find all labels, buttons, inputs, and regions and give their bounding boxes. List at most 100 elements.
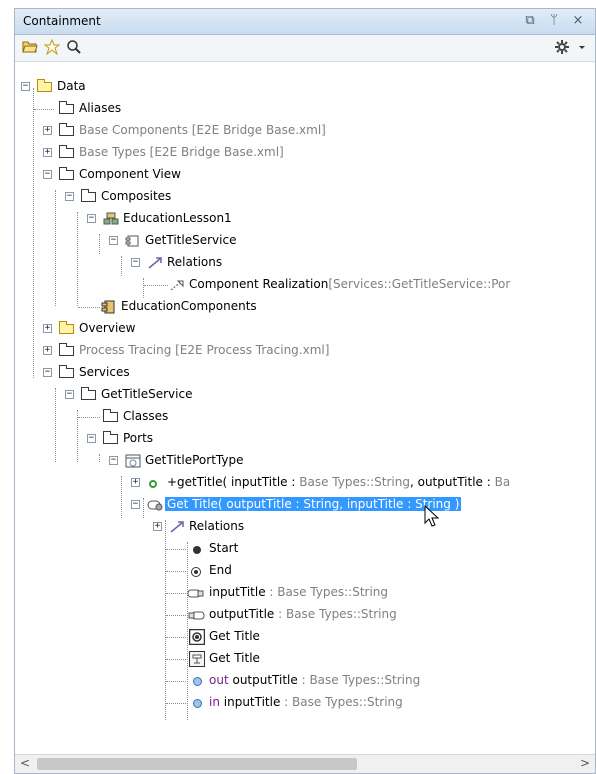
expand-toggle[interactable]: +: [131, 478, 140, 487]
tree-node-get-title-service-package[interactable]: − GetTitleService: [15, 384, 575, 406]
tree-node-in-parameter[interactable]: in inputTitle : Base Types::String: [15, 692, 575, 714]
tree-label: Process Tracing [E2E Process Tracing.xml…: [79, 343, 330, 357]
tree-node-overview[interactable]: + Overview: [15, 318, 575, 340]
collapse-toggle[interactable]: −: [43, 368, 52, 377]
tree-label: Aliases: [79, 101, 122, 115]
pin-node-icon: [187, 586, 204, 600]
horizontal-scrollbar[interactable]: < >: [15, 754, 595, 773]
package-icon: [81, 189, 96, 202]
containment-tree: − Data Aliases + Base Components [E2E Br…: [15, 62, 595, 755]
tree-label: Classes: [123, 409, 169, 423]
tree-node-education-lesson[interactable]: − EducationLesson1: [15, 208, 575, 230]
tree-node-data[interactable]: − Data: [15, 76, 575, 98]
tree-node-out-parameter[interactable]: out outputTitle : Base Types::String: [15, 670, 575, 692]
operation-icon: [149, 480, 157, 488]
mouse-cursor-icon: [424, 504, 442, 532]
composite-component-icon: [103, 212, 119, 226]
tree-label: Data: [57, 79, 86, 93]
collapse-toggle[interactable]: −: [87, 434, 96, 443]
collapse-toggle[interactable]: −: [109, 456, 118, 465]
tree-label: outputTitle : Base Types::String: [209, 607, 397, 621]
expand-toggle[interactable]: +: [43, 346, 52, 355]
package-icon: [59, 321, 74, 334]
package-icon: [59, 145, 74, 158]
activity-icon: [147, 498, 163, 512]
tree-label: Start: [209, 541, 239, 555]
tree-node-start[interactable]: Start: [15, 538, 575, 560]
collapse-toggle[interactable]: −: [109, 236, 118, 245]
tree-node-port-type[interactable]: − GetTitlePortType: [15, 450, 575, 472]
collapse-toggle[interactable]: −: [43, 170, 52, 179]
relations-icon: [169, 520, 185, 534]
collapse-toggle[interactable]: −: [87, 214, 96, 223]
expand-toggle[interactable]: +: [43, 126, 52, 135]
tree-node-get-title-service[interactable]: − GetTitleService: [15, 230, 575, 252]
tree-node-ports[interactable]: − Ports: [15, 428, 575, 450]
tree-label: Base Components [E2E Bridge Base.xml]: [79, 123, 326, 137]
package-icon: [59, 343, 74, 356]
expand-toggle[interactable]: +: [153, 522, 162, 531]
scroll-left-button[interactable]: <: [17, 756, 33, 770]
containment-panel: Containment ⧉ ᛘ × − Data Aliases + Base …: [14, 8, 596, 774]
tree-node-get-title-action[interactable]: Get Title: [15, 626, 575, 648]
close-icon[interactable]: ×: [569, 12, 587, 30]
collapse-toggle[interactable]: −: [21, 82, 30, 91]
port-type-icon: [125, 454, 141, 468]
tree-label: End: [209, 563, 232, 577]
tree-node-output-title[interactable]: outputTitle : Base Types::String: [15, 604, 575, 626]
scroll-right-button[interactable]: >: [577, 756, 593, 770]
package-icon: [59, 167, 74, 180]
tree-node-services[interactable]: − Services: [15, 362, 575, 384]
collapse-toggle[interactable]: −: [131, 258, 140, 267]
relations-icon: [147, 256, 163, 270]
tree-node-input-title[interactable]: inputTitle : Base Types::String: [15, 582, 575, 604]
tree-label: out outputTitle : Base Types::String: [209, 673, 421, 687]
tree-node-relations-2[interactable]: + Relations: [15, 516, 575, 538]
collapse-toggle[interactable]: −: [65, 192, 74, 201]
tree-node-composites[interactable]: − Composites: [15, 186, 575, 208]
gear-icon[interactable]: [553, 39, 571, 57]
collapse-toggle[interactable]: −: [65, 390, 74, 399]
tree-node-end[interactable]: End: [15, 560, 575, 582]
tree-node-classes[interactable]: Classes: [15, 406, 575, 428]
restore-icon[interactable]: ⧉: [521, 12, 539, 30]
tree-node-process-tracing[interactable]: + Process Tracing [E2E Process Tracing.x…: [15, 340, 575, 362]
tree-label: Services: [79, 365, 130, 379]
tree-label: Ports: [123, 431, 154, 445]
tree-label: Relations: [189, 519, 245, 533]
open-folder-icon[interactable]: [21, 39, 39, 57]
pin-icon[interactable]: ᛘ: [545, 12, 563, 30]
package-icon: [59, 101, 74, 114]
tree-label: Get Title: [209, 629, 260, 643]
tree-label: inputTitle : Base Types::String: [209, 585, 389, 599]
tree-node-component-view[interactable]: − Component View: [15, 164, 575, 186]
realization-icon: [169, 278, 185, 292]
tree-label: Base Types [E2E Bridge Base.xml]: [79, 145, 284, 159]
tree-label: Component View: [79, 167, 181, 181]
tree-node-get-title-diagram[interactable]: Get Title: [15, 648, 575, 670]
star-icon[interactable]: [43, 38, 61, 57]
tree-node-operation[interactable]: + +getTitle( inputTitle : Base Types::St…: [15, 472, 575, 494]
package-icon: [59, 123, 74, 136]
package-icon: [103, 431, 118, 444]
tree-node-component-realization[interactable]: Component Realization[Services::GetTitle…: [15, 274, 575, 296]
scrollbar-thumb[interactable]: [37, 758, 357, 770]
tree-node-education-components[interactable]: EducationComponents: [15, 296, 575, 318]
tree-node-relations[interactable]: − Relations: [15, 252, 575, 274]
tree-node-get-title-activity[interactable]: − Get Title( outputTitle : String, input…: [15, 494, 575, 516]
action-icon: [188, 628, 206, 646]
expand-toggle[interactable]: +: [43, 148, 52, 157]
search-icon[interactable]: [65, 39, 83, 57]
tree-node-aliases[interactable]: Aliases: [15, 98, 575, 120]
expand-toggle[interactable]: +: [43, 324, 52, 333]
package-icon: [81, 387, 96, 400]
parameter-icon: [193, 677, 202, 686]
chevron-down-icon[interactable]: [573, 39, 591, 57]
panel-titlebar: Containment ⧉ ᛘ ×: [15, 9, 595, 35]
tree-node-base-types[interactable]: + Base Types [E2E Bridge Base.xml]: [15, 142, 575, 164]
component-icon: [125, 234, 141, 248]
tree-label: EducationComponents: [121, 299, 257, 313]
tree-node-base-components[interactable]: + Base Components [E2E Bridge Base.xml]: [15, 120, 575, 142]
package-icon: [59, 365, 74, 378]
collapse-toggle[interactable]: −: [131, 500, 140, 509]
